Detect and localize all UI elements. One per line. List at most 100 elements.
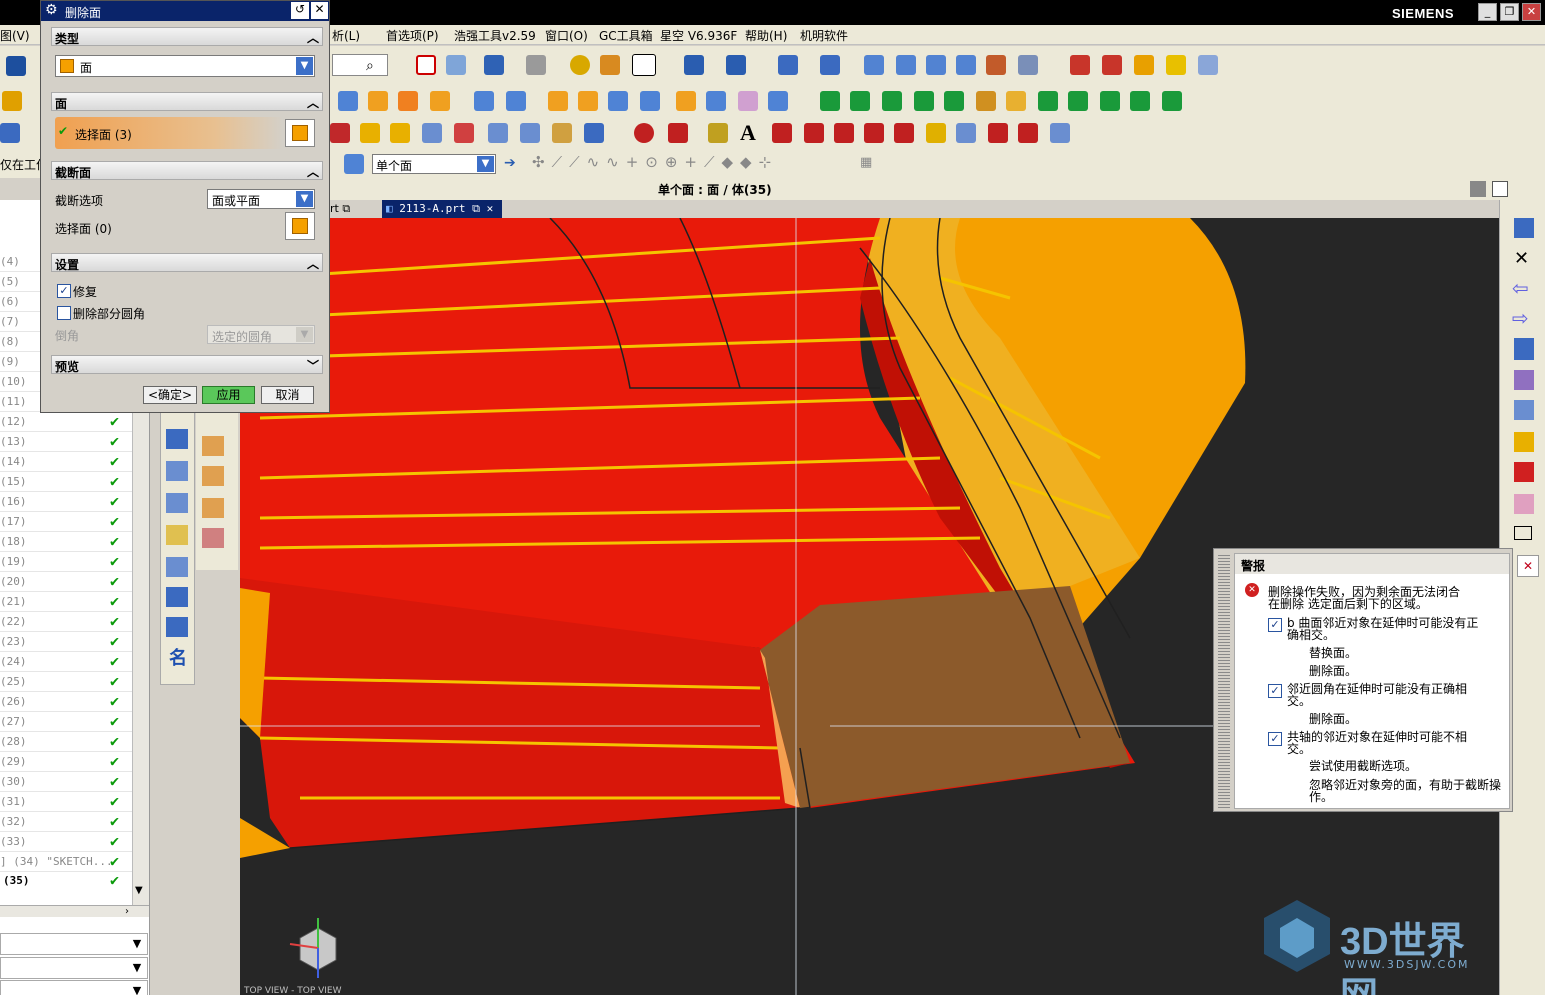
group-face[interactable]: 面 ︿ (51, 92, 323, 111)
nav-row[interactable]: (24) ✔ (0, 652, 132, 672)
chevron-down-icon[interactable]: ▼ (296, 57, 313, 75)
material-icon[interactable] (600, 55, 620, 75)
face-selector-button[interactable] (285, 119, 315, 147)
curve-7-icon[interactable] (926, 123, 946, 143)
menu-preferences[interactable]: 首选项(P) (386, 27, 439, 44)
cam-tool-5-icon[interactable] (944, 91, 964, 111)
text-icon[interactable]: A (740, 120, 756, 146)
feature-12-icon[interactable] (706, 91, 726, 111)
system-materials-icon[interactable] (166, 617, 188, 637)
feature-11-icon[interactable] (676, 91, 696, 111)
nav-row[interactable]: (26) ✔ (0, 692, 132, 712)
render-style-icon[interactable] (526, 55, 546, 75)
chevron-up-icon[interactable]: ︿ (307, 94, 319, 111)
rect-icon[interactable] (1514, 526, 1532, 540)
group-settings[interactable]: 设置 ︿ (51, 253, 323, 272)
feature-10-icon[interactable] (640, 91, 660, 111)
nav-row[interactable]: (25) ✔ (0, 672, 132, 692)
box-3-icon[interactable] (202, 498, 224, 518)
group-cap[interactable]: 截断面 ︿ (51, 161, 323, 180)
feature-14-icon[interactable] (768, 91, 788, 111)
part-icon[interactable] (2, 91, 22, 111)
nav-row[interactable]: (16) ✔ (0, 492, 132, 512)
h-scrollbar[interactable]: › (0, 905, 149, 917)
menu-analysis[interactable]: 析(L) (332, 27, 360, 44)
cam-tool-9-icon[interactable] (1130, 91, 1150, 111)
menu-xingkong[interactable]: 星空 V6.936F (660, 27, 737, 44)
box-icon[interactable] (202, 436, 224, 456)
cam-tool-3-icon[interactable] (882, 91, 902, 111)
type-select[interactable]: 面 ▼ (55, 55, 315, 77)
delete-partial-blend-checkbox[interactable]: ✓ (57, 306, 71, 320)
edit-7-icon[interactable] (520, 123, 540, 143)
cam-tool-4-icon[interactable] (914, 91, 934, 111)
arrow-right-icon[interactable]: ⇨ (1512, 306, 1529, 330)
transform-icon[interactable] (986, 55, 1006, 75)
chevron-down-icon[interactable]: ﹀ (307, 357, 319, 374)
feature-2-icon[interactable] (368, 91, 388, 111)
ok-button[interactable]: <确定> (143, 386, 197, 404)
chevron-down-icon[interactable]: ▼ (296, 191, 313, 207)
arrow-right-icon[interactable]: ➔ (504, 155, 516, 171)
group-preview[interactable]: 预览 ﹀ (51, 355, 323, 374)
reset-icon[interactable]: ↺ (291, 2, 309, 19)
nav-row[interactable]: (27) ✔ (0, 712, 132, 732)
block-icon[interactable] (1166, 55, 1186, 75)
cam-tool-7-icon[interactable] (1068, 91, 1088, 111)
feature-8-icon[interactable] (578, 91, 598, 111)
cube-icon[interactable] (1514, 370, 1534, 390)
abs-icon[interactable] (1514, 218, 1534, 238)
zoom-icon[interactable] (446, 55, 466, 75)
line-icon[interactable] (668, 123, 688, 143)
pink-icon[interactable] (1514, 494, 1534, 514)
curve-10-icon[interactable] (1018, 123, 1038, 143)
select-body-icon[interactable] (344, 154, 364, 174)
minimize-button[interactable]: _ (1478, 3, 1497, 21)
close-alert-button[interactable]: ✕ (1517, 555, 1539, 577)
nav-row[interactable]: (19) ✔ (0, 552, 132, 572)
feature-6-icon[interactable] (506, 91, 526, 111)
scroll-down-icon[interactable]: ▼ (135, 885, 143, 896)
name-tool-icon[interactable]: 名 (169, 644, 187, 670)
sketch-icon[interactable] (778, 55, 798, 75)
nav-row[interactable]: (30) ✔ (0, 772, 132, 792)
nav-row[interactable]: (33) ✔ (0, 832, 132, 852)
red-cube-icon[interactable] (1514, 462, 1534, 482)
edit-5-icon[interactable] (454, 123, 474, 143)
curve-6-icon[interactable] (894, 123, 914, 143)
offset-icon[interactable] (1070, 55, 1090, 75)
nav-row[interactable]: (14) ✔ (0, 452, 132, 472)
nav-row[interactable]: (21) ✔ (0, 592, 132, 612)
nav-panel-dropdown-1[interactable]: ▼ (0, 933, 148, 955)
edit-6-icon[interactable] (488, 123, 508, 143)
restore-button[interactable]: ❐ (1500, 3, 1519, 21)
select-face-row[interactable]: ✔ 选择面 (3) (55, 117, 283, 149)
chevron-down-icon[interactable]: ▼ (129, 960, 145, 976)
cancel-button[interactable]: 取消 (261, 386, 314, 404)
orient-2-icon[interactable] (726, 55, 746, 75)
measure-icon[interactable] (552, 123, 572, 143)
surface-icon[interactable] (820, 55, 840, 75)
search-box[interactable] (332, 54, 388, 76)
cross-icon[interactable]: ✕ (1514, 248, 1529, 269)
hat-icon[interactable] (1514, 400, 1534, 420)
curve-8-icon[interactable] (956, 123, 976, 143)
thicken-icon[interactable] (1102, 55, 1122, 75)
feature-9-icon[interactable] (608, 91, 628, 111)
save-icon[interactable] (6, 56, 26, 76)
chevron-down-icon[interactable]: ▼ (129, 983, 145, 995)
chevron-up-icon[interactable]: ︿ (307, 163, 319, 180)
sphere-icon[interactable] (570, 55, 590, 75)
box-icon[interactable] (1134, 55, 1154, 75)
nav-row[interactable]: (20) ✔ (0, 572, 132, 592)
cam-tool-8-icon[interactable] (1100, 91, 1120, 111)
menu-help[interactable]: 帮助(H) (745, 27, 787, 44)
orient-icon[interactable] (684, 55, 704, 75)
feature-5-icon[interactable] (474, 91, 494, 111)
chevron-up-icon[interactable]: ︿ (307, 29, 319, 46)
arrow-left-icon[interactable]: ⇦ (1512, 276, 1529, 300)
panel-grip[interactable] (1218, 553, 1230, 809)
feature-4-icon[interactable] (430, 91, 450, 111)
curve-4-icon[interactable] (834, 123, 854, 143)
tower-icon[interactable] (1514, 338, 1534, 360)
